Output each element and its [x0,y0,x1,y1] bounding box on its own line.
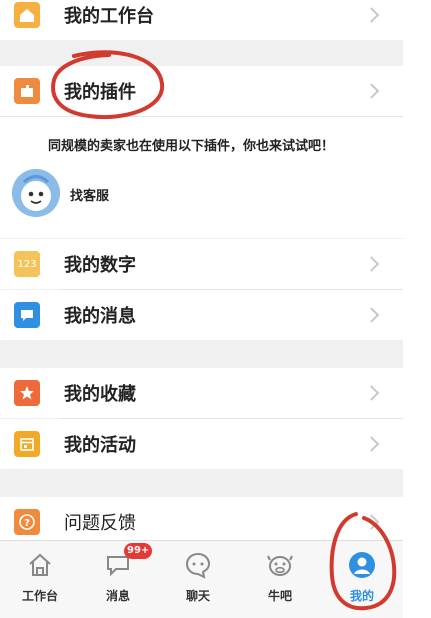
cow-face-icon [267,555,293,576]
recommend-item-label[interactable]: 找客服 [70,185,109,204]
menu-item-messages[interactable]: 我的消息 [0,290,403,340]
bottom-tab-bar: 工作台 99+ 消息 聊天 牛吧 我的 [0,540,403,618]
unread-badge: 99+ [124,543,153,559]
tab-label-workbench: 工作台 [21,589,58,603]
menu-label-activities: 我的活动 [64,435,136,456]
menu-label-workbench: 我的工作台 [64,6,154,27]
tab-label-niuba: 牛吧 [267,589,292,603]
tab-workbench[interactable]: 工作台 [0,541,80,618]
customer-service-avatar-icon[interactable] [12,169,60,217]
chevron-right-icon [363,83,380,99]
menu-item-activities[interactable]: 我的活动 [0,419,403,469]
home-icon [14,2,40,28]
chat-face-icon [185,552,211,579]
user-profile-icon [349,552,375,578]
numbers-icon: 123 [14,251,40,277]
star-icon [14,380,40,406]
chevron-right-icon [363,256,380,272]
numbers-icon-text: 123 [17,258,37,270]
tab-label-mine: 我的 [349,589,374,603]
app-screen: 我的工作台 我的插件 同规模的卖家也在使用以下插件，你也来试试吧！ 找客服 12… [0,0,403,618]
chevron-right-icon [363,514,380,530]
menu-label-feedback: 问题反馈 [64,513,136,534]
tab-label-chat: 聊天 [185,589,210,603]
chevron-right-icon [363,7,380,23]
tab-label-messages: 消息 [105,589,130,603]
menu-item-workbench[interactable]: 我的工作台 [0,0,403,40]
menu-item-plugins[interactable]: 我的插件 [0,66,403,116]
message-bubble-icon [14,302,40,328]
plugin-recommendation: 同规模的卖家也在使用以下插件，你也来试试吧！ 找客服 [0,117,403,238]
recommend-text: 同规模的卖家也在使用以下插件，你也来试试吧！ [48,139,335,154]
menu-label-messages: 我的消息 [64,306,136,327]
menu-label-numbers: 我的数字 [64,255,136,276]
chevron-right-icon [363,385,380,401]
right-margin [403,0,431,618]
menu-item-favorites[interactable]: 我的收藏 [0,368,403,418]
menu-item-numbers[interactable]: 123 我的数字 [0,239,403,289]
tab-niuba[interactable]: 牛吧 [240,541,320,618]
menu-label-favorites: 我的收藏 [64,384,136,405]
chevron-right-icon [363,307,380,323]
svg-text:?: ? [24,518,30,529]
tab-mine[interactable]: 我的 [322,541,402,618]
tab-chat[interactable]: 聊天 [158,541,238,618]
puzzle-icon [14,78,40,104]
tab-messages[interactable]: 99+ 消息 [78,541,158,618]
menu-label-plugins: 我的插件 [64,82,136,103]
calendar-icon [14,431,40,457]
question-icon: ? [14,509,40,535]
chevron-right-icon [363,436,380,452]
home-outline-icon [29,553,51,576]
